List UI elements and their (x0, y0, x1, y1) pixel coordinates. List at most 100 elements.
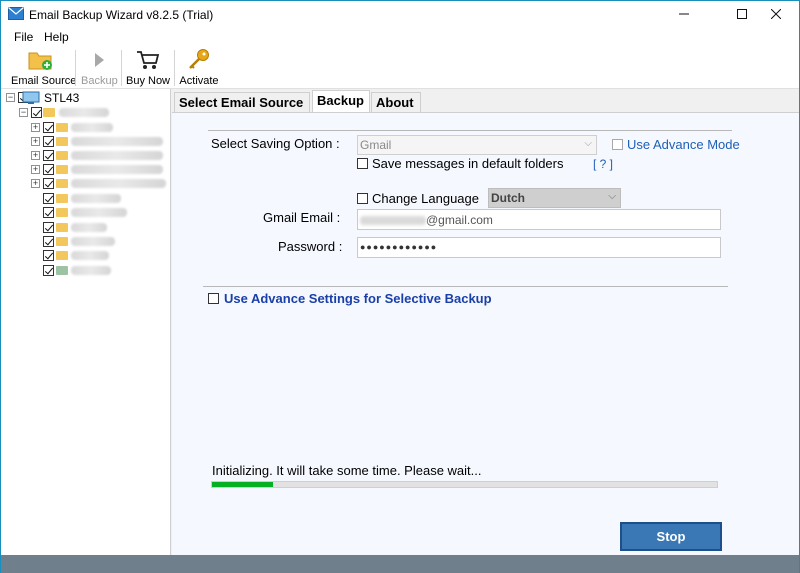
gmail-email-suffix: @gmail.com (426, 213, 493, 227)
redacted-label (71, 123, 113, 132)
tree-item-checkbox[interactable] (43, 250, 54, 261)
tab-about[interactable]: About (371, 92, 421, 112)
maximize-icon (737, 9, 747, 19)
tree-item[interactable] (31, 191, 171, 205)
saving-option-select[interactable]: Gmail ⌵ (357, 135, 597, 155)
progress-fill (212, 482, 273, 487)
tree-item[interactable] (31, 248, 171, 262)
status-text: Initializing. It will take some time. Pl… (212, 463, 482, 478)
tree-item[interactable]: + (31, 162, 171, 176)
default-folders-label: Save messages in default folders (372, 156, 564, 171)
tree-item-checkbox[interactable] (43, 136, 54, 147)
saving-option-value: Gmail (360, 138, 392, 152)
folder-icon (56, 137, 68, 146)
expand-icon[interactable]: + (31, 179, 40, 188)
expand-icon[interactable]: + (31, 151, 40, 160)
tree-item-checkbox[interactable] (43, 150, 54, 161)
tree-item[interactable] (31, 263, 171, 277)
change-language-checkbox[interactable] (357, 193, 368, 204)
folder-icon (56, 123, 68, 132)
folder-icon (56, 179, 68, 188)
language-value: Dutch (491, 191, 525, 205)
tree-item[interactable] (31, 234, 171, 248)
expand-icon[interactable]: + (31, 123, 40, 132)
tree-account[interactable]: − (19, 105, 169, 119)
menu-bar: File Help (1, 28, 799, 46)
folder-icon (56, 237, 68, 246)
backup-tab-body: Select Saving Option : Gmail ⌵ Use Advan… (172, 112, 799, 555)
change-language-label: Change Language (372, 191, 479, 206)
redacted-label (59, 108, 109, 117)
help-link[interactable]: [ ? ] (593, 157, 613, 171)
folder-tree[interactable]: − STL43 − + + + + + (1, 89, 171, 555)
tree-item-checkbox[interactable] (43, 222, 54, 233)
folder-icon (56, 165, 68, 174)
tree-item-checkbox[interactable] (31, 107, 42, 118)
toolbar-separator (174, 50, 175, 86)
backup-button[interactable]: Backup (81, 48, 118, 88)
tree-item-checkbox[interactable] (43, 178, 54, 189)
advance-mode-label[interactable]: Use Advance Mode (627, 137, 740, 152)
activate-label: Activate (179, 75, 219, 87)
password-input[interactable]: ●●●●●●●●●●●● (357, 237, 721, 258)
collapse-icon[interactable]: − (6, 93, 15, 102)
redacted-label (71, 208, 127, 217)
app-window: Email Backup Wizard v8.2.5 (Trial) File … (0, 0, 800, 573)
menu-file[interactable]: File (14, 30, 33, 44)
folder-icon (43, 108, 55, 117)
advance-settings-checkbox[interactable] (208, 293, 219, 304)
status-bar (1, 555, 799, 573)
advance-mode-checkbox[interactable] (612, 139, 623, 150)
buy-now-label: Buy Now (125, 75, 171, 87)
cart-icon (137, 51, 160, 69)
redacted-label (71, 223, 107, 232)
expand-icon[interactable]: + (31, 137, 40, 146)
redacted-label (71, 165, 163, 174)
tree-item[interactable] (31, 220, 171, 234)
language-select[interactable]: Dutch ⌵ (488, 188, 621, 208)
toolbar-separator (121, 50, 122, 86)
tree-item-checkbox[interactable] (43, 164, 54, 175)
tree-item-checkbox[interactable] (43, 236, 54, 247)
activate-button[interactable]: Activate (179, 48, 219, 88)
tree-item-checkbox[interactable] (43, 122, 54, 133)
folder-icon (56, 208, 68, 217)
tab-select-email-source[interactable]: Select Email Source (174, 92, 310, 112)
folder-icon (56, 251, 68, 260)
tree-item[interactable]: + (31, 176, 171, 190)
close-button[interactable] (753, 1, 799, 28)
tree-item-checkbox[interactable] (43, 193, 54, 204)
tree-item[interactable]: + (31, 120, 171, 134)
advance-settings-label[interactable]: Use Advance Settings for Selective Backu… (224, 291, 492, 306)
progress-bar (211, 481, 718, 488)
email-source-button[interactable]: Email Source (11, 48, 76, 88)
redacted-label (71, 179, 166, 188)
folder-add-icon (28, 52, 52, 70)
tree-item[interactable]: + (31, 134, 171, 148)
backup-label: Backup (81, 75, 118, 87)
menu-help[interactable]: Help (44, 30, 69, 44)
title-bar: Email Backup Wizard v8.2.5 (Trial) (1, 1, 799, 28)
play-icon (95, 53, 104, 67)
tree-item[interactable] (31, 205, 171, 219)
tree-root[interactable]: − STL43 (5, 91, 165, 105)
minimize-button[interactable] (661, 1, 707, 28)
expand-icon[interactable]: + (31, 165, 40, 174)
tree-item-checkbox[interactable] (43, 265, 54, 276)
tree-item-checkbox[interactable] (43, 207, 54, 218)
password-label: Password : (278, 239, 343, 254)
tab-backup[interactable]: Backup (312, 90, 370, 113)
default-folders-checkbox[interactable] (357, 158, 368, 169)
minimize-icon (679, 13, 689, 15)
trash-icon (56, 266, 68, 275)
toolbar: Email Source Backup Buy Now Activate (1, 46, 799, 89)
close-icon (770, 8, 782, 20)
tree-item[interactable]: + (31, 148, 171, 162)
gmail-email-input[interactable]: @gmail.com (357, 209, 721, 230)
stop-button[interactable]: Stop (620, 522, 722, 551)
buy-now-button[interactable]: Buy Now (125, 48, 171, 88)
saving-option-label: Select Saving Option : (211, 136, 340, 151)
redacted-label (71, 237, 115, 246)
collapse-icon[interactable]: − (19, 108, 28, 117)
tree-root-label: STL43 (44, 91, 80, 105)
